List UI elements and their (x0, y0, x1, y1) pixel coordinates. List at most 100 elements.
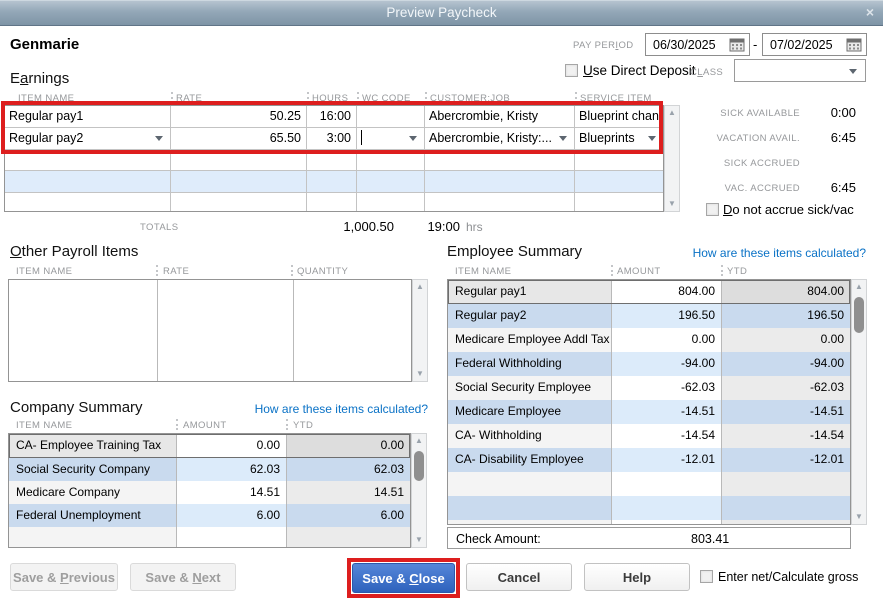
earnings-hours-cell[interactable] (307, 193, 357, 211)
calendar-icon[interactable] (846, 37, 862, 53)
table-row[interactable] (9, 527, 410, 547)
do-not-accrue-checkbox[interactable] (706, 203, 719, 216)
scroll-down-icon[interactable]: ▼ (413, 367, 427, 381)
scroll-up-icon[interactable]: ▲ (413, 280, 427, 294)
company-summary-scrollbar[interactable]: ▲ ▼ (411, 433, 427, 548)
table-row[interactable]: Medicare Company 14.51 14.51 (9, 481, 410, 504)
table-row[interactable]: CA- Withholding -14.54 -14.54 (448, 424, 850, 448)
chevron-down-icon[interactable] (409, 136, 417, 141)
es-amount-cell[interactable]: -62.03 (612, 376, 722, 400)
es-item-cell[interactable] (448, 496, 612, 520)
earnings-service-cell[interactable] (575, 193, 663, 211)
cs-item-cell[interactable]: Medicare Company (9, 481, 177, 504)
es-item-cell[interactable]: Medicare Employee Addl Tax (448, 328, 612, 352)
table-row[interactable]: CA- Employee Training Tax 0.00 0.00 (9, 434, 410, 458)
earnings-rate-cell[interactable]: 65.50 (171, 128, 307, 149)
es-amount-cell[interactable]: -14.51 (612, 400, 722, 424)
es-item-cell[interactable]: Regular pay2 (448, 304, 612, 328)
use-direct-deposit-checkbox[interactable] (565, 64, 578, 77)
es-item-cell[interactable]: Regular pay1 (448, 280, 612, 304)
table-row[interactable]: Social Security Company 62.03 62.03 (9, 458, 410, 481)
earnings-item-cell[interactable] (5, 150, 171, 170)
table-row[interactable]: Regular pay2 196.50 196.50 (448, 304, 850, 328)
class-dropdown[interactable] (734, 59, 866, 82)
table-row[interactable]: Medicare Employee Addl Tax 0.00 0.00 (448, 328, 850, 352)
es-amount-cell[interactable] (612, 472, 722, 496)
chevron-down-icon[interactable] (849, 69, 857, 74)
cs-item-cell[interactable]: Federal Unemployment (9, 504, 177, 527)
es-amount-cell[interactable]: 0.00 (612, 328, 722, 352)
scroll-up-icon[interactable]: ▲ (665, 106, 679, 120)
earnings-customer-cell[interactable] (425, 171, 575, 192)
earnings-rate-cell[interactable]: 50.25 (171, 106, 307, 127)
scroll-down-icon[interactable]: ▼ (412, 533, 426, 547)
es-item-cell[interactable]: Social Security Employee (448, 376, 612, 400)
cs-item-cell[interactable]: Social Security Company (9, 458, 177, 481)
earnings-service-cell[interactable] (575, 171, 663, 192)
earnings-item-cell[interactable]: Regular pay2 (5, 128, 171, 149)
earnings-wc-cell[interactable] (357, 193, 425, 211)
es-item-cell[interactable]: CA- Disability Employee (448, 448, 612, 472)
other-payroll-table[interactable] (8, 279, 412, 382)
table-row[interactable]: Medicare Employee -14.51 -14.51 (448, 400, 850, 424)
chevron-down-icon[interactable] (648, 136, 656, 141)
earnings-service-cell[interactable]: Blueprints (575, 128, 663, 149)
earnings-customer-cell[interactable] (425, 193, 575, 211)
table-row[interactable]: Regular pay1 804.00 804.00 (448, 280, 850, 304)
save-close-button[interactable]: Save & Close (352, 563, 455, 593)
cs-amount-cell[interactable]: 62.03 (177, 458, 287, 481)
table-row[interactable] (448, 496, 850, 520)
cs-item-cell[interactable]: CA- Employee Training Tax (9, 434, 177, 458)
es-amount-cell[interactable] (612, 496, 722, 520)
earnings-item-cell[interactable] (5, 193, 171, 211)
es-amount-cell[interactable]: -14.54 (612, 424, 722, 448)
scroll-up-icon[interactable]: ▲ (852, 280, 866, 294)
earnings-hours-cell[interactable] (307, 171, 357, 192)
enter-net-checkbox[interactable] (700, 570, 713, 583)
earnings-customer-cell[interactable]: Abercrombie, Kristy (425, 106, 575, 127)
calendar-icon[interactable] (729, 37, 745, 53)
table-row[interactable]: Social Security Employee -62.03 -62.03 (448, 376, 850, 400)
other-payroll-scrollbar[interactable]: ▲ ▼ (412, 279, 428, 382)
earnings-wc-cell[interactable] (357, 150, 425, 170)
earnings-item-cell[interactable] (5, 171, 171, 192)
earnings-rate-cell[interactable] (171, 193, 307, 211)
es-item-cell[interactable]: Federal Withholding (448, 352, 612, 376)
cs-amount-cell[interactable]: 14.51 (177, 481, 287, 504)
chevron-down-icon[interactable] (559, 136, 567, 141)
employee-summary-help-link[interactable]: How are these items calculated? (660, 246, 866, 260)
es-item-cell[interactable]: CA- Withholding (448, 424, 612, 448)
scroll-up-icon[interactable]: ▲ (412, 434, 426, 448)
earnings-service-cell[interactable] (575, 150, 663, 170)
earnings-wc-cell[interactable] (357, 128, 425, 149)
table-row[interactable]: CA- Disability Employee -12.01 -12.01 (448, 448, 850, 472)
earnings-wc-cell[interactable] (357, 171, 425, 192)
earnings-rate-cell[interactable] (171, 150, 307, 170)
es-amount-cell[interactable]: -12.01 (612, 448, 722, 472)
earnings-scrollbar[interactable]: ▲ ▼ (664, 105, 680, 212)
earnings-customer-cell[interactable]: Abercrombie, Kristy:... (425, 128, 575, 149)
earnings-rate-cell[interactable] (171, 171, 307, 192)
cs-amount-cell[interactable]: 6.00 (177, 504, 287, 527)
earnings-hours-cell[interactable] (307, 150, 357, 170)
table-row[interactable]: Federal Unemployment 6.00 6.00 (9, 504, 410, 527)
earnings-customer-cell[interactable] (425, 150, 575, 170)
earnings-item-cell[interactable]: Regular pay1 (5, 106, 171, 127)
cs-item-cell[interactable] (9, 527, 177, 547)
es-amount-cell[interactable]: 804.00 (612, 280, 722, 304)
earnings-hours-cell[interactable]: 16:00 (307, 106, 357, 127)
scroll-down-icon[interactable]: ▼ (665, 197, 679, 211)
es-amount-cell[interactable]: -94.00 (612, 352, 722, 376)
pay-period-start-field[interactable]: 06/30/2025 (645, 33, 750, 56)
cancel-button[interactable]: Cancel (466, 563, 572, 591)
cs-amount-cell[interactable] (177, 527, 287, 547)
table-row[interactable] (448, 472, 850, 496)
earnings-service-cell[interactable]: Blueprint chang... (575, 106, 663, 127)
save-next-button[interactable]: Save & Next (130, 563, 236, 591)
save-previous-button[interactable]: Save & Previous (10, 563, 118, 591)
es-item-cell[interactable]: Medicare Employee (448, 400, 612, 424)
help-button[interactable]: Help (584, 563, 690, 591)
scroll-down-icon[interactable]: ▼ (852, 510, 866, 524)
pay-period-end-field[interactable]: 07/02/2025 (762, 33, 867, 56)
table-row[interactable]: Federal Withholding -94.00 -94.00 (448, 352, 850, 376)
